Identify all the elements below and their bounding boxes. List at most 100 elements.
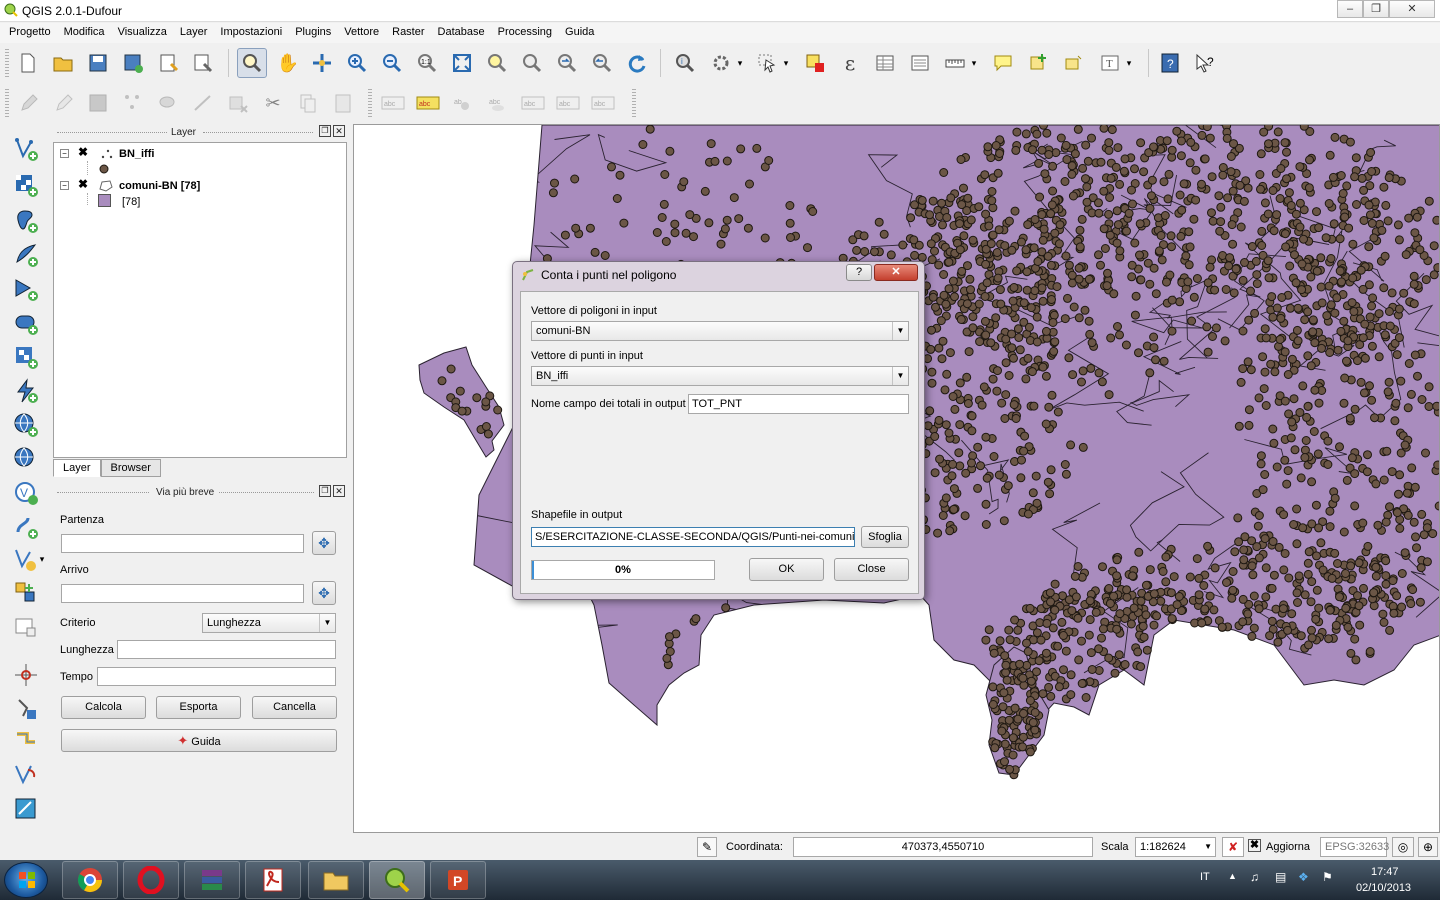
menu-processing[interactable]: Processing <box>492 23 559 43</box>
paste-features-icon[interactable] <box>328 88 358 118</box>
layer-visibility-checkbox[interactable]: ✖ <box>78 178 90 191</box>
add-feature-icon[interactable] <box>118 88 148 118</box>
road-graph-icon[interactable] <box>10 726 42 756</box>
messages-icon[interactable]: ✎ <box>697 837 717 857</box>
crs-status[interactable]: EPSG:32633 <box>1320 837 1389 857</box>
menu-database[interactable]: Database <box>432 23 492 43</box>
pan-hand-icon[interactable]: ✋ <box>273 48 303 78</box>
collapse-toggle-icon[interactable]: − <box>60 149 69 158</box>
refresh-icon[interactable] <box>622 48 652 78</box>
zoom-last-icon[interactable] <box>552 48 582 78</box>
layer-labeling-icon[interactable]: abc <box>378 88 408 118</box>
spatial-query-icon[interactable] <box>10 794 42 824</box>
zoom-actual-size-icon[interactable]: 1:1 <box>412 48 442 78</box>
capture-end-point-button[interactable]: ✥ <box>312 581 336 605</box>
output-shapefile-input[interactable]: S/ESERCITAZIONE-CLASSE-SECONDA/QGIS/Punt… <box>531 527 855 547</box>
menu-visualizza[interactable]: Visualizza <box>112 23 174 43</box>
show-hidden-icons-icon[interactable]: ▲ <box>1228 871 1237 881</box>
points-input-select[interactable]: BN_iffi ▼ <box>531 366 909 386</box>
taskbar-winrar[interactable] <box>184 861 240 899</box>
cut-features-icon[interactable]: ✂ <box>258 88 288 118</box>
language-indicator[interactable]: IT <box>1200 871 1210 883</box>
zoom-to-selection-icon[interactable] <box>482 48 512 78</box>
menu-vettore[interactable]: Vettore <box>338 23 386 43</box>
capture-start-point-button[interactable]: ✥ <box>312 531 336 555</box>
composer-manager-icon[interactable] <box>188 48 218 78</box>
run-feature-action-icon[interactable] <box>706 48 736 78</box>
rotate-label-icon[interactable]: abc <box>553 88 583 118</box>
time-field[interactable] <box>97 667 336 686</box>
ok-button[interactable]: OK <box>749 558 824 581</box>
statistics-icon[interactable] <box>905 48 935 78</box>
taskbar-opera[interactable] <box>123 861 179 899</box>
length-field[interactable] <box>117 640 336 659</box>
taskbar-qgis[interactable] <box>369 861 425 899</box>
save-edits-icon[interactable] <box>83 88 113 118</box>
clock-time[interactable]: 17:47 <box>1371 866 1399 878</box>
menu-guida[interactable]: Guida <box>559 23 601 43</box>
chevron-down-icon[interactable]: ▾ <box>733 48 747 78</box>
georeferencer-icon[interactable] <box>10 694 42 724</box>
map-tips-icon[interactable] <box>988 48 1018 78</box>
close-dock-button[interactable]: ✕ <box>333 485 345 497</box>
vector-tools-icon[interactable] <box>10 760 42 790</box>
browse-button[interactable]: Sfoglia <box>861 526 909 548</box>
add-oracle-layer-icon[interactable] <box>10 308 42 338</box>
render-checkbox[interactable]: ✖ <box>1248 839 1261 852</box>
select-features-icon[interactable] <box>752 48 782 78</box>
add-wms-server-icon[interactable] <box>10 578 42 608</box>
add-raster-layer-icon[interactable] <box>10 170 42 200</box>
layer-visibility-checkbox[interactable]: ✖ <box>78 146 90 159</box>
menu-layer[interactable]: Layer <box>174 23 215 43</box>
whats-this-icon[interactable]: ? <box>1190 48 1220 78</box>
pan-map-icon[interactable] <box>307 48 337 78</box>
tab-layer[interactable]: Layer <box>53 459 101 477</box>
dialog-close-button[interactable]: ✕ <box>874 264 918 281</box>
projection-icon[interactable]: ◎ <box>1392 837 1414 857</box>
show-hide-labels-icon[interactable]: abc <box>483 88 513 118</box>
tab-browser[interactable]: Browser <box>100 459 161 477</box>
toolbar-grip[interactable] <box>368 89 372 117</box>
stop-render-icon[interactable]: ✘ <box>1222 837 1244 857</box>
delete-selected-icon[interactable] <box>223 88 253 118</box>
add-wms-layer-icon[interactable] <box>10 342 42 372</box>
add-wfs-layer-icon[interactable] <box>10 444 42 474</box>
taskbar-powerpoint[interactable]: P <box>430 861 486 899</box>
help-button[interactable]: ✦ Guida <box>61 729 337 752</box>
chevron-down-icon[interactable]: ▾ <box>36 544 48 574</box>
save-as-icon[interactable] <box>118 48 148 78</box>
chevron-down-icon[interactable]: ▾ <box>1122 48 1136 78</box>
zoom-next-icon[interactable] <box>587 48 617 78</box>
end-point-field[interactable] <box>61 584 304 603</box>
help-contents-icon[interactable]: ? <box>1155 48 1185 78</box>
dialog-help-button[interactable]: ? <box>846 264 872 281</box>
network-icon[interactable]: ▤ <box>1275 870 1286 884</box>
remove-layer-icon[interactable] <box>10 612 42 642</box>
show-bookmarks-icon[interactable] <box>1058 48 1088 78</box>
log-messages-icon[interactable]: ⊕ <box>1418 837 1438 857</box>
menu-modifica[interactable]: Modifica <box>58 23 112 43</box>
new-print-composer-icon[interactable] <box>153 48 183 78</box>
add-gps-layer-icon[interactable] <box>10 512 42 542</box>
volume-icon[interactable]: ♫ <box>1250 870 1259 884</box>
capture-coordinate-icon[interactable] <box>10 660 42 690</box>
save-project-icon[interactable] <box>83 48 113 78</box>
minimize-button[interactable]: ‒ <box>1337 0 1363 18</box>
add-wcs-layer-icon[interactable] <box>10 410 42 440</box>
taskbar-explorer[interactable] <box>308 861 364 899</box>
open-project-icon[interactable] <box>48 48 78 78</box>
menu-plugins[interactable]: Plugins <box>289 23 338 43</box>
action-center-icon[interactable]: ⚑ <box>1322 870 1333 884</box>
move-feature-icon[interactable] <box>153 88 183 118</box>
start-button[interactable] <box>4 862 48 898</box>
add-postgis-layer-icon[interactable] <box>10 206 42 236</box>
toggle-editing-icon[interactable] <box>48 88 78 118</box>
export-button[interactable]: Esporta <box>156 696 241 719</box>
pin-labels-icon[interactable]: ab <box>448 88 478 118</box>
start-point-field[interactable] <box>61 534 304 553</box>
change-label-icon[interactable]: abc <box>588 88 618 118</box>
layer-item-comuni-bn[interactable]: − ✖ comuni-BN [78] <box>58 178 338 195</box>
current-edits-icon[interactable] <box>13 88 43 118</box>
deselect-all-icon[interactable] <box>800 48 830 78</box>
maximize-button[interactable]: ❐ <box>1363 0 1389 18</box>
